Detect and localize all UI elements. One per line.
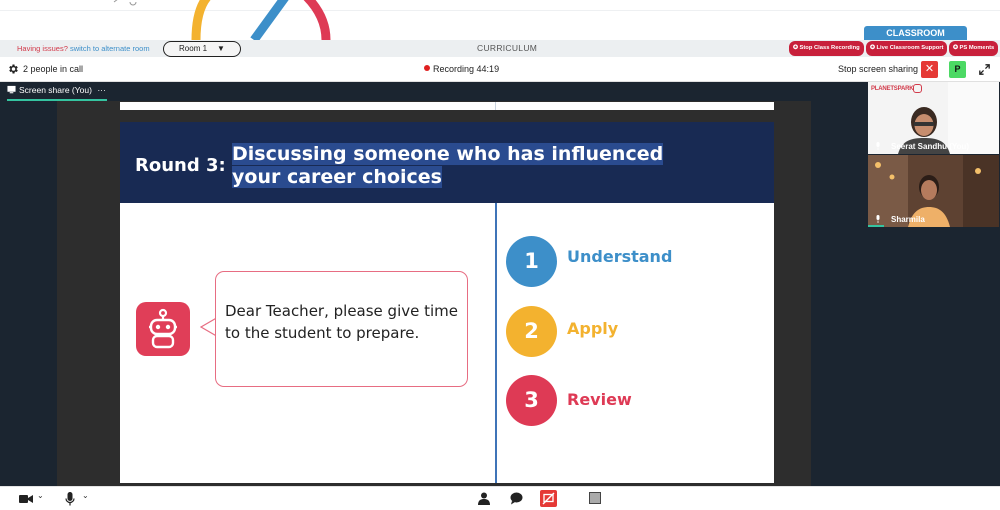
round-label: Round 3: (135, 155, 226, 176)
brand-mascot-icon (913, 84, 922, 93)
ps-moments-button[interactable]: ✪ PS Moments (949, 41, 999, 56)
moments-icon: ✪ (953, 45, 958, 51)
brand-logo: PLANETSPARK (871, 86, 914, 92)
people-count: 2 people in call (23, 64, 84, 74)
step-3-circle: 3 (506, 375, 557, 426)
mic-icon (876, 142, 880, 150)
top-strip: CLASSROOM (0, 0, 1000, 41)
mic-icon (876, 215, 880, 223)
recording-dot-icon (424, 65, 430, 71)
participant-name-self: Seerat Sandhu (You) (875, 142, 969, 151)
step-2-label: Apply (567, 319, 619, 338)
participant-name-self-label: Seerat Sandhu (You) (891, 142, 970, 151)
live-support-label: Live Classroom Support (876, 45, 944, 51)
stop-recording-label: Stop Class Recording (799, 45, 860, 51)
chat-icon[interactable] (510, 492, 523, 505)
close-icon: ✕ (924, 63, 935, 75)
slide-column-divider (495, 203, 497, 483)
call-toolbar: ⌄ ⌄ (0, 486, 1000, 510)
tab-classroom[interactable]: CLASSROOM (864, 26, 967, 41)
camera-options-chevron-icon[interactable]: ⌄ (37, 491, 44, 500)
slide-prev-sliver (120, 102, 774, 110)
live-support-button[interactable]: ✪ Live Classroom Support (866, 41, 948, 56)
tab-screen-share[interactable]: Screen share (You) ··· (7, 85, 106, 95)
recording-label: Recording (433, 64, 475, 74)
dropdown-arrow-icon: ▼ (217, 44, 225, 53)
screen-share-icon (7, 85, 16, 94)
participant-name-sharmila: Sharmila (875, 215, 925, 224)
slide-header: Round 3: Discussing someone who has infl… (120, 122, 774, 203)
step-3-label: Review (567, 390, 632, 409)
room-value: Room 1 (179, 44, 208, 53)
speaking-indicator (868, 225, 884, 227)
alternate-room-link[interactable]: switch to alternate room (70, 44, 150, 53)
camera-icon[interactable] (19, 494, 33, 504)
step-2-circle: 2 (506, 306, 557, 357)
slide-question: Discussing someone who has influenced yo… (232, 143, 718, 189)
gear-icon[interactable] (7, 63, 19, 75)
expand-icon[interactable] (977, 62, 992, 77)
support-icon: ✪ (870, 45, 875, 51)
call-header: 2 people in call Recording 44:19 Stop sc… (0, 57, 1000, 82)
screen-share-label: Screen share (You) (19, 85, 92, 95)
recording-time: 44:19 (476, 64, 500, 74)
robot-icon (136, 302, 190, 356)
microphone-options-chevron-icon[interactable]: ⌄ (82, 491, 89, 500)
issues-notice: Having issues? switch to alternate room (17, 44, 150, 53)
shared-slide: Round 3: Discussing someone who has infl… (120, 122, 774, 483)
participant-tile-self[interactable]: PLANETSPARK Seerat Sandhu (You) (868, 82, 999, 154)
participant-tile-sharmila[interactable]: Sharmila (868, 155, 999, 227)
step-1-label: Understand (567, 247, 673, 266)
slide-question-text: Discussing someone who has influenced yo… (232, 143, 664, 188)
stop-screen-share-icon[interactable] (540, 490, 557, 507)
stop-recording-button[interactable]: ✪ Stop Class Recording (789, 41, 864, 56)
room-select[interactable]: Room 1 ▼ (163, 41, 241, 57)
record-icon: ✪ (793, 45, 798, 51)
participant-name-sharmila-label: Sharmila (891, 215, 925, 224)
recording-status: Recording 44:19 (424, 64, 499, 74)
profile-button[interactable]: P (949, 61, 966, 78)
slide-prev-divider (495, 102, 496, 110)
room-bar: Having issues? switch to alternate room … (0, 40, 1000, 57)
issues-text: Having issues? (17, 44, 68, 53)
microphone-icon[interactable] (65, 492, 75, 506)
whiteboard-icon[interactable] (589, 492, 601, 504)
step-1-circle: 1 (506, 236, 557, 287)
stop-sharing-label[interactable]: Stop screen sharing (838, 64, 918, 74)
decorative-arcs (113, 0, 331, 40)
speech-bubble: Dear Teacher, please give time to the st… (215, 271, 468, 387)
more-options-icon[interactable]: ··· (97, 85, 106, 95)
section-title: CURRICULUM (477, 43, 538, 53)
ps-moments-label: PS Moments (959, 45, 995, 51)
people-icon[interactable] (478, 492, 490, 505)
bubble-text: Dear Teacher, please give time to the st… (225, 302, 458, 342)
stop-sharing-button[interactable]: ✕ (921, 61, 938, 78)
